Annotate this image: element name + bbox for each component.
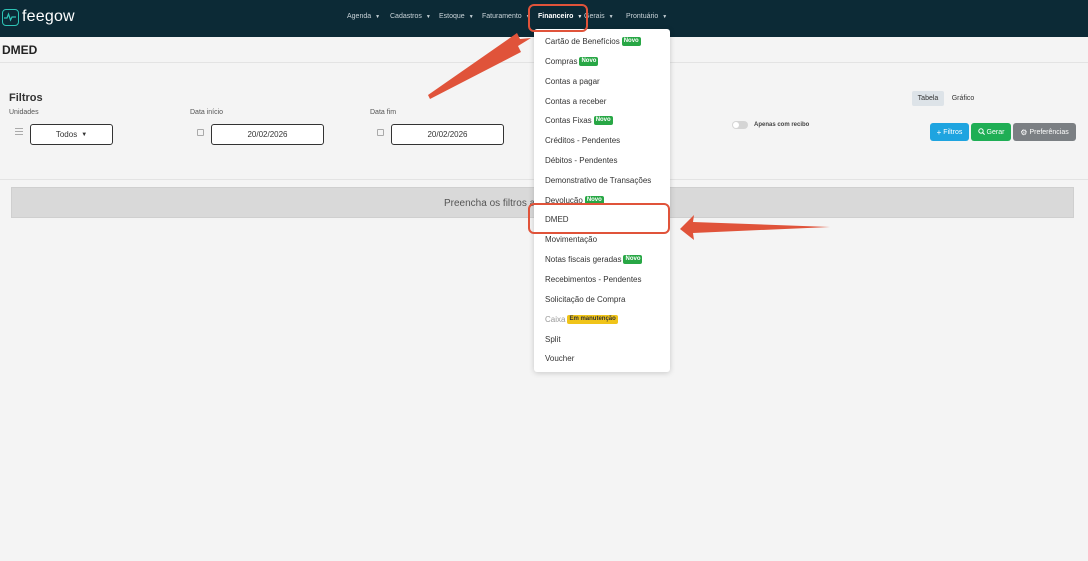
arrow-to-dmed bbox=[680, 215, 830, 240]
annotation-arrows bbox=[428, 33, 830, 240]
arrow-to-financeiro bbox=[428, 33, 531, 99]
